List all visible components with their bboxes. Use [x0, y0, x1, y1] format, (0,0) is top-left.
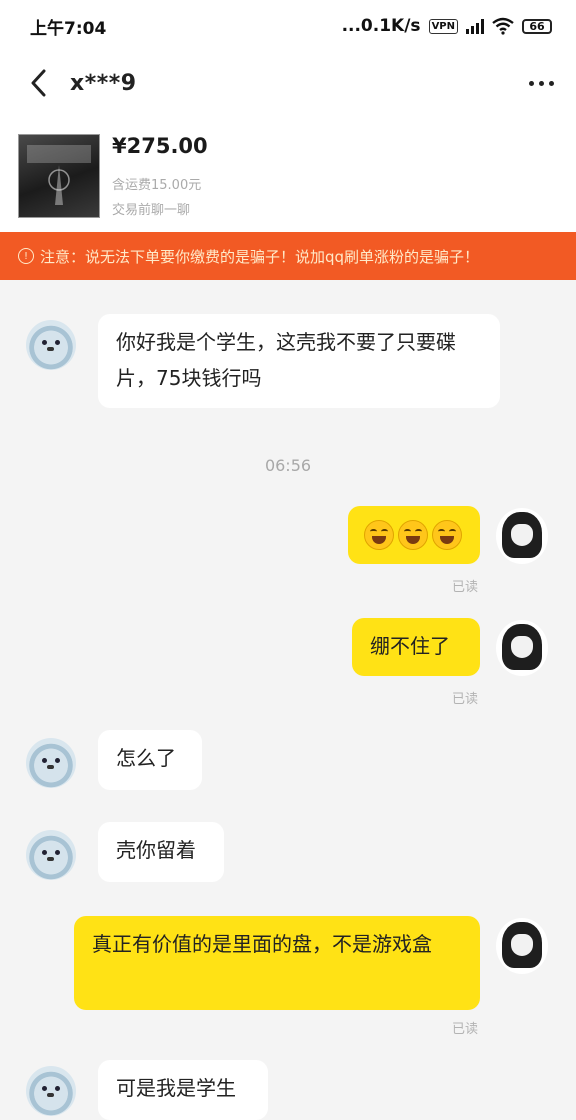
message-bubble: 你好我是个学生，这壳我不要了只要碟片，75块钱行吗 [98, 314, 500, 408]
product-thumbnail[interactable] [18, 134, 100, 218]
status-bar: 上午7:04 ...0.1K/s VPN 66 [0, 0, 576, 52]
message-bubble: 壳你留着 [98, 822, 224, 882]
signal-icon [466, 18, 484, 34]
back-arrow-icon[interactable] [18, 63, 58, 103]
read-status: 已读 [452, 692, 479, 707]
contact-name: x***9 [70, 70, 137, 96]
chat-header: x***9 [0, 52, 576, 114]
trade-note: 交易前聊一聊 [112, 203, 191, 218]
status-indicators: ...0.1K/s VPN 66 [342, 16, 552, 36]
contact-avatar[interactable] [26, 320, 76, 370]
warning-icon: ! [18, 248, 34, 264]
more-options-icon[interactable] [529, 80, 554, 86]
my-avatar[interactable] [496, 620, 548, 676]
battery-icon: 66 [522, 18, 552, 34]
message-text: 绷不住了 [370, 634, 450, 658]
read-status: 已读 [452, 580, 479, 595]
read-status: 已读 [452, 1022, 479, 1037]
message-text: 怎么了 [116, 746, 176, 770]
contact-avatar[interactable] [26, 738, 76, 788]
warning-banner: ! 注意：说无法下单要你缴费的是骗子！说加qq刷单涨粉的是骗子！ [0, 232, 576, 280]
warning-text: 注意：说无法下单要你缴费的是骗子！说加qq刷单涨粉的是骗子！ [40, 247, 480, 266]
contact-avatar[interactable] [26, 830, 76, 880]
wifi-icon [492, 17, 514, 35]
message-bubble: 可是我是学生 [98, 1060, 268, 1120]
message-text: 可是我是学生 [116, 1076, 236, 1100]
my-avatar[interactable] [496, 508, 548, 564]
time-separator: 06:56 [264, 456, 312, 475]
vpn-icon: VPN [428, 18, 458, 34]
product-card[interactable]: ¥275.00 含运费15.00元 交易前聊一聊 [0, 114, 576, 232]
shipping-fee: 含运费15.00元 [112, 178, 202, 193]
status-time: 上午7:04 [30, 18, 107, 39]
network-speed: ...0.1K/s [341, 16, 421, 36]
message-bubble-own: 真正有价值的是里面的盘，不是游戏盒 [74, 916, 480, 1010]
emoji-group [364, 517, 464, 553]
message-bubble-own: 绷不住了 [352, 618, 480, 676]
laughing-emoji-icon [398, 520, 428, 550]
message-bubble: 怎么了 [98, 730, 202, 790]
laughing-emoji-icon [364, 520, 394, 550]
message-text: 真正有价值的是里面的盘，不是游戏盒 [92, 932, 432, 956]
product-price: ¥275.00 [112, 134, 208, 158]
message-text: 你好我是个学生，这壳我不要了只要碟片，75块钱行吗 [116, 330, 456, 390]
laughing-emoji-icon [432, 520, 462, 550]
contact-avatar[interactable] [26, 1066, 76, 1116]
my-avatar[interactable] [496, 918, 548, 974]
message-text: 壳你留着 [116, 838, 196, 862]
message-bubble-own [348, 506, 480, 564]
